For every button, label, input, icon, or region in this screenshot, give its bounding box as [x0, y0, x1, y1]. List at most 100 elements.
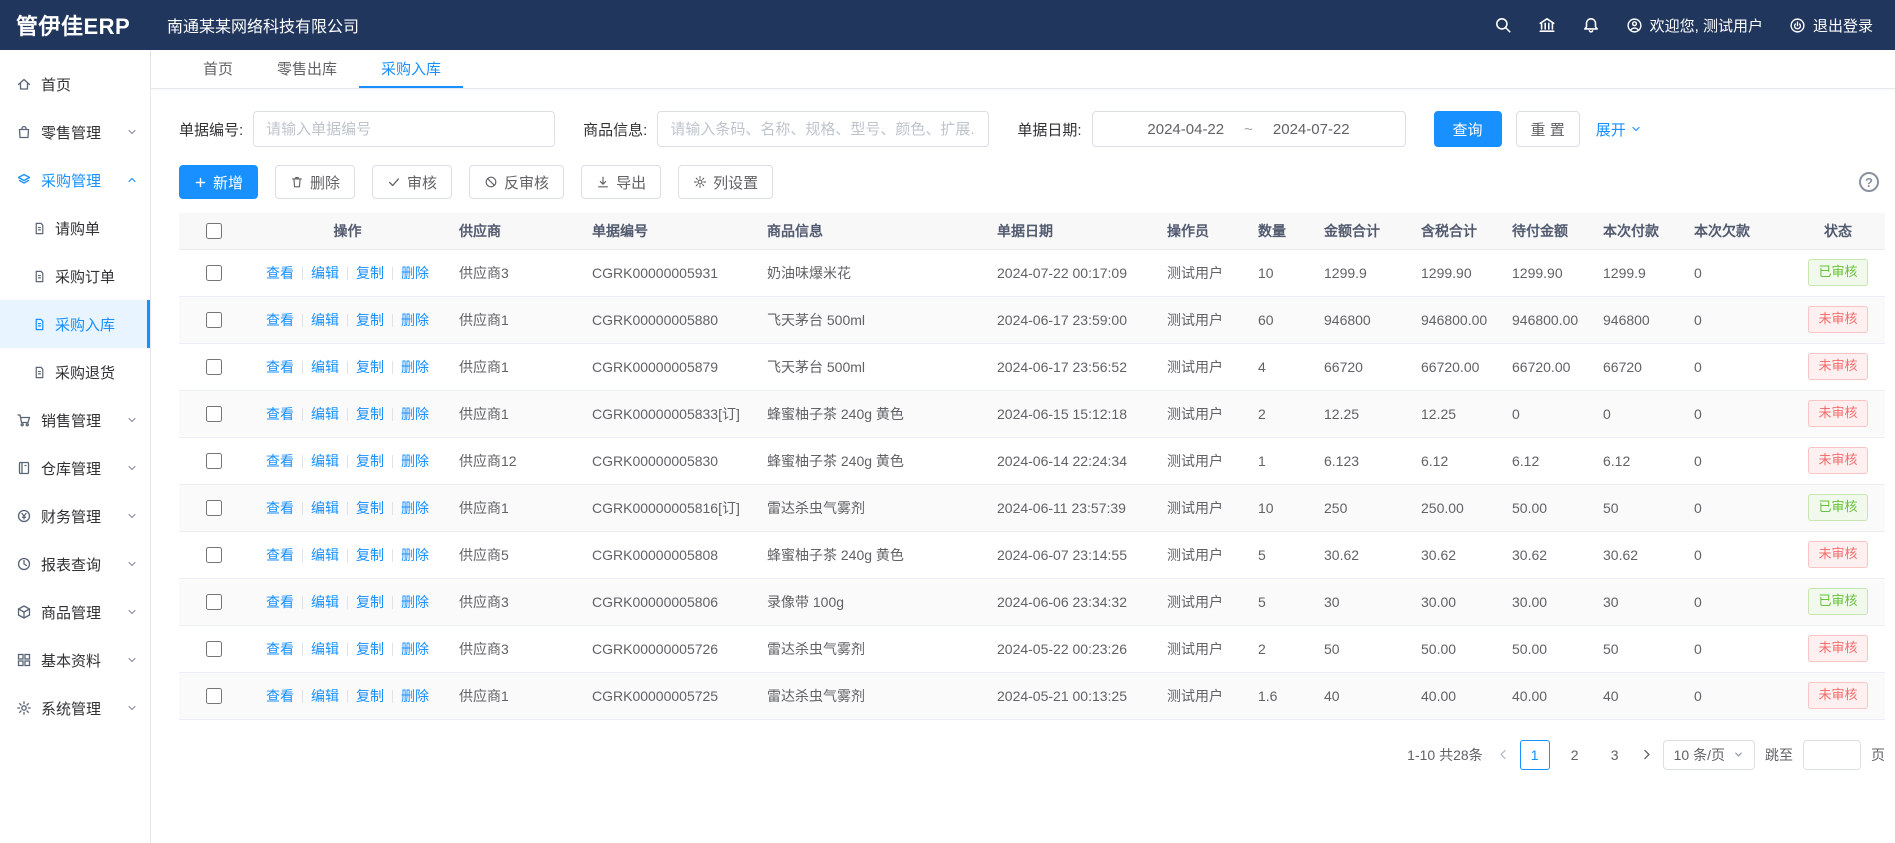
delete-link[interactable]: 删除: [401, 547, 429, 563]
delete-link[interactable]: 删除: [401, 265, 429, 281]
user-menu[interactable]: 欢迎您, 测试用户: [1626, 15, 1763, 36]
page-button-3[interactable]: 3: [1600, 740, 1630, 770]
doc-no-input[interactable]: [253, 111, 555, 147]
amount-cell: 946800: [1312, 296, 1409, 343]
sidebar-subitem-purchase-inbound[interactable]: 采购入库: [0, 300, 150, 348]
view-link[interactable]: 查看: [266, 312, 294, 328]
unaudit-button[interactable]: 反审核: [469, 165, 564, 199]
sidebar-item-basic-data[interactable]: 基本资料: [0, 636, 150, 684]
copy-link[interactable]: 复制: [356, 688, 384, 704]
sidebar-item-retail[interactable]: 零售管理: [0, 108, 150, 156]
date-to[interactable]: 2024-07-22: [1273, 121, 1350, 138]
next-page-icon[interactable]: [1640, 748, 1653, 761]
sidebar-item-label: 报表查询: [41, 554, 101, 575]
delete-link[interactable]: 删除: [401, 312, 429, 328]
search-icon[interactable]: [1494, 16, 1512, 34]
delete-link[interactable]: 删除: [401, 594, 429, 610]
row-checkbox[interactable]: [206, 641, 222, 657]
sidebar-item-sales[interactable]: 销售管理: [0, 396, 150, 444]
bank-icon[interactable]: [1538, 16, 1556, 34]
page-size-select[interactable]: 10 条/页: [1663, 740, 1755, 770]
row-checkbox[interactable]: [206, 265, 222, 281]
tab-home[interactable]: 首页: [181, 50, 255, 88]
page-button-2[interactable]: 2: [1560, 740, 1590, 770]
audit-button[interactable]: 审核: [372, 165, 452, 199]
row-checkbox[interactable]: [206, 312, 222, 328]
qty-cell: 10: [1246, 484, 1312, 531]
delete-link[interactable]: 删除: [401, 406, 429, 422]
reset-button[interactable]: 重 置: [1516, 111, 1580, 147]
jump-page-input[interactable]: [1803, 740, 1861, 770]
sidebar-item-warehouse[interactable]: 仓库管理: [0, 444, 150, 492]
edit-link[interactable]: 编辑: [311, 641, 339, 657]
copy-link[interactable]: 复制: [356, 312, 384, 328]
date-range-picker[interactable]: 2024-04-22 ~ 2024-07-22: [1092, 111, 1406, 147]
copy-link[interactable]: 复制: [356, 406, 384, 422]
help-icon[interactable]: ?: [1859, 172, 1879, 192]
view-link[interactable]: 查看: [266, 594, 294, 610]
edit-link[interactable]: 编辑: [311, 594, 339, 610]
copy-link[interactable]: 复制: [356, 359, 384, 375]
row-checkbox[interactable]: [206, 406, 222, 422]
add-button[interactable]: 新增: [179, 165, 258, 199]
row-checkbox[interactable]: [206, 547, 222, 563]
view-link[interactable]: 查看: [266, 500, 294, 516]
edit-link[interactable]: 编辑: [311, 406, 339, 422]
copy-link[interactable]: 复制: [356, 265, 384, 281]
edit-link[interactable]: 编辑: [311, 359, 339, 375]
edit-link[interactable]: 编辑: [311, 688, 339, 704]
row-checkbox[interactable]: [206, 500, 222, 516]
document-icon: [32, 221, 47, 236]
sidebar-item-reports[interactable]: 报表查询: [0, 540, 150, 588]
delete-link[interactable]: 删除: [401, 453, 429, 469]
date-from[interactable]: 2024-04-22: [1147, 121, 1224, 138]
view-link[interactable]: 查看: [266, 265, 294, 281]
expand-link[interactable]: 展开: [1596, 119, 1642, 140]
edit-link[interactable]: 编辑: [311, 547, 339, 563]
view-link[interactable]: 查看: [266, 406, 294, 422]
select-all-checkbox[interactable]: [206, 223, 222, 239]
search-button[interactable]: 查询: [1434, 111, 1502, 147]
copy-link[interactable]: 复制: [356, 547, 384, 563]
page-button-1[interactable]: 1: [1520, 740, 1550, 770]
copy-link[interactable]: 复制: [356, 594, 384, 610]
view-link[interactable]: 查看: [266, 453, 294, 469]
view-link[interactable]: 查看: [266, 688, 294, 704]
row-checkbox[interactable]: [206, 453, 222, 469]
view-link[interactable]: 查看: [266, 359, 294, 375]
view-link[interactable]: 查看: [266, 641, 294, 657]
edit-link[interactable]: 编辑: [311, 453, 339, 469]
copy-link[interactable]: 复制: [356, 641, 384, 657]
prev-page-icon[interactable]: [1497, 748, 1510, 761]
delete-link[interactable]: 删除: [401, 641, 429, 657]
operator-cell: 测试用户: [1155, 296, 1246, 343]
sidebar-subitem-purchase-return[interactable]: 采购退货: [0, 348, 150, 396]
sidebar-item-home[interactable]: 首页: [0, 60, 150, 108]
copy-link[interactable]: 复制: [356, 453, 384, 469]
product-info-input[interactable]: [657, 111, 989, 147]
sidebar-item-system[interactable]: 系统管理: [0, 684, 150, 732]
sidebar-item-purchase[interactable]: 采购管理: [0, 156, 150, 204]
export-button[interactable]: 导出: [581, 165, 661, 199]
delete-link[interactable]: 删除: [401, 500, 429, 516]
delete-link[interactable]: 删除: [401, 359, 429, 375]
row-checkbox[interactable]: [206, 688, 222, 704]
sidebar-subitem-purchase-order[interactable]: 采购订单: [0, 252, 150, 300]
edit-link[interactable]: 编辑: [311, 312, 339, 328]
copy-link[interactable]: 复制: [356, 500, 384, 516]
logout-button[interactable]: 退出登录: [1789, 15, 1873, 36]
column-settings-button[interactable]: 列设置: [678, 165, 773, 199]
tab-purchase-inbound[interactable]: 采购入库: [359, 50, 463, 88]
edit-link[interactable]: 编辑: [311, 500, 339, 516]
sidebar-subitem-requisition[interactable]: 请购单: [0, 204, 150, 252]
tab-retail-outbound[interactable]: 零售出库: [255, 50, 359, 88]
view-link[interactable]: 查看: [266, 547, 294, 563]
row-checkbox[interactable]: [206, 594, 222, 610]
row-checkbox[interactable]: [206, 359, 222, 375]
delete-link[interactable]: 删除: [401, 688, 429, 704]
bell-icon[interactable]: [1582, 16, 1600, 34]
edit-link[interactable]: 编辑: [311, 265, 339, 281]
sidebar-item-finance[interactable]: 财务管理: [0, 492, 150, 540]
delete-button[interactable]: 删除: [275, 165, 355, 199]
sidebar-item-products[interactable]: 商品管理: [0, 588, 150, 636]
